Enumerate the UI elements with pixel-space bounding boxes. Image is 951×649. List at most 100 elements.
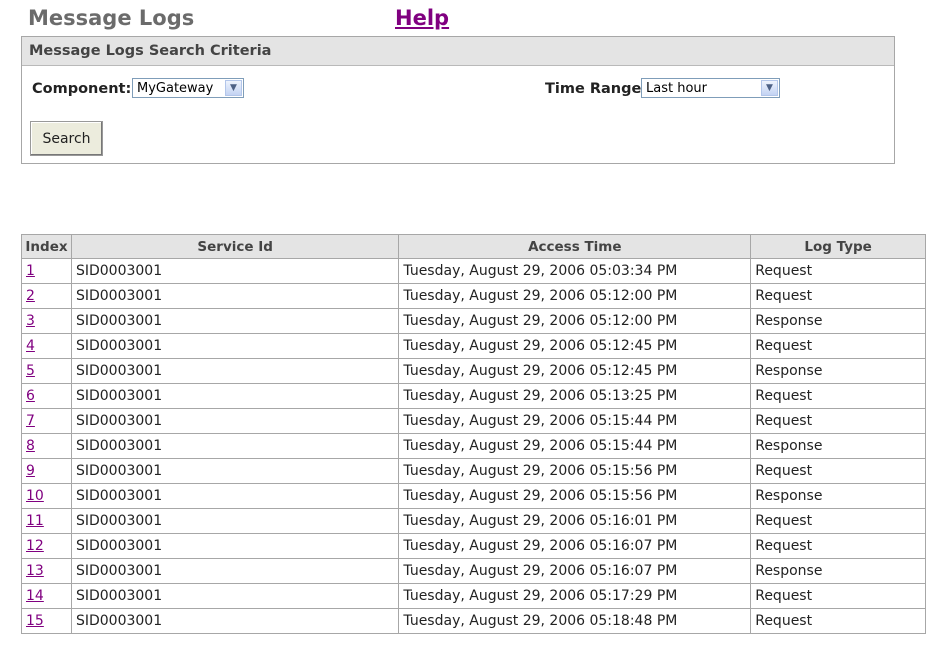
row-index-cell: 10 — [21, 483, 72, 509]
row-index-cell: 3 — [21, 308, 72, 334]
table-row: 13 SID0003001 Tuesday, August 29, 2006 05:… — [21, 558, 926, 584]
row-index-cell: 11 — [21, 508, 72, 534]
row-log-type: Request — [750, 333, 926, 359]
row-log-type: Response — [750, 308, 926, 334]
row-log-type: Request — [750, 258, 926, 284]
row-service-id: SID0003001 — [70, 608, 400, 634]
row-log-type: Request — [750, 508, 926, 534]
table-header-row: Index Service Id Access Time Log Type — [21, 234, 926, 259]
row-service-id: SID0003001 — [70, 383, 400, 409]
row-service-id: SID0003001 — [70, 483, 400, 509]
row-service-id: SID0003001 — [70, 533, 400, 559]
table-row: 11 SID0003001 Tuesday, August 29, 2006 05:… — [21, 508, 926, 534]
row-log-type: Request — [750, 283, 926, 309]
table-row: 5 SID0003001 Tuesday, August 29, 2006 05:1… — [21, 358, 926, 384]
help-link[interactable]: Help — [395, 6, 449, 30]
row-service-id: SID0003001 — [70, 433, 400, 459]
table-row: 9 SID0003001 Tuesday, August 29, 2006 05:1… — [21, 458, 926, 484]
row-log-type: Request — [750, 533, 926, 559]
row-access-time: Tuesday, August 29, 2006 05:13:25 PM — [398, 383, 752, 409]
row-access-time: Tuesday, August 29, 2006 05:18:48 PM — [398, 608, 752, 634]
table-row: 12 SID0003001 Tuesday, August 29, 2006 05:… — [21, 533, 926, 559]
row-service-id: SID0003001 — [70, 308, 400, 334]
row-index-cell: 9 — [21, 458, 72, 484]
row-access-time: Tuesday, August 29, 2006 05:03:34 PM — [398, 258, 752, 284]
row-index-link[interactable]: 13 — [26, 563, 44, 579]
time-range-select-value: Last hour — [646, 81, 707, 96]
row-index-link[interactable]: 9 — [26, 463, 35, 479]
column-header-access-time: Access Time — [398, 234, 752, 259]
row-service-id: SID0003001 — [70, 408, 400, 434]
search-criteria-panel: Message Logs Search Criteria Component: … — [21, 36, 895, 164]
row-service-id: SID0003001 — [70, 358, 400, 384]
row-index-cell: 6 — [21, 383, 72, 409]
row-log-type: Request — [750, 458, 926, 484]
row-access-time: Tuesday, August 29, 2006 05:15:56 PM — [398, 483, 752, 509]
table-row: 7 SID0003001 Tuesday, August 29, 2006 05:1… — [21, 408, 926, 434]
table-row: 2 SID0003001 Tuesday, August 29, 2006 05:1… — [21, 283, 926, 309]
page-title: Message Logs — [28, 6, 195, 30]
chevron-down-icon[interactable]: ▼ — [761, 80, 778, 96]
row-index-link[interactable]: 15 — [26, 613, 44, 629]
table-row: 8 SID0003001 Tuesday, August 29, 2006 05:1… — [21, 433, 926, 459]
row-index-cell: 14 — [21, 583, 72, 609]
component-select[interactable]: MyGateway ▼ — [132, 78, 244, 98]
row-access-time: Tuesday, August 29, 2006 05:16:07 PM — [398, 533, 752, 559]
component-label: Component: — [32, 81, 132, 97]
row-index-cell: 12 — [21, 533, 72, 559]
row-access-time: Tuesday, August 29, 2006 05:15:56 PM — [398, 458, 752, 484]
row-access-time: Tuesday, August 29, 2006 05:17:29 PM — [398, 583, 752, 609]
search-button[interactable]: Search — [30, 121, 103, 156]
row-index-cell: 1 — [21, 258, 72, 284]
row-index-cell: 2 — [21, 283, 72, 309]
row-service-id: SID0003001 — [70, 458, 400, 484]
row-access-time: Tuesday, August 29, 2006 05:16:01 PM — [398, 508, 752, 534]
time-range-label: Time Range: — [545, 81, 648, 97]
row-log-type: Request — [750, 408, 926, 434]
row-access-time: Tuesday, August 29, 2006 05:12:00 PM — [398, 283, 752, 309]
row-index-link[interactable]: 14 — [26, 588, 44, 604]
search-criteria-title: Message Logs Search Criteria — [22, 37, 894, 66]
chevron-down-icon[interactable]: ▼ — [225, 80, 242, 96]
row-service-id: SID0003001 — [70, 583, 400, 609]
table-row: 6 SID0003001 Tuesday, August 29, 2006 05:1… — [21, 383, 926, 409]
row-index-link[interactable]: 8 — [26, 438, 35, 454]
row-index-link[interactable]: 7 — [26, 413, 35, 429]
row-index-link[interactable]: 10 — [26, 488, 44, 504]
row-service-id: SID0003001 — [70, 558, 400, 584]
row-index-cell: 8 — [21, 433, 72, 459]
row-index-cell: 5 — [21, 358, 72, 384]
row-access-time: Tuesday, August 29, 2006 05:12:45 PM — [398, 358, 752, 384]
time-range-select[interactable]: Last hour ▼ — [641, 78, 780, 98]
table-row: 14 SID0003001 Tuesday, August 29, 2006 05:… — [21, 583, 926, 609]
row-service-id: SID0003001 — [70, 333, 400, 359]
row-index-cell: 7 — [21, 408, 72, 434]
row-log-type: Request — [750, 608, 926, 634]
row-access-time: Tuesday, August 29, 2006 05:12:45 PM — [398, 333, 752, 359]
row-log-type: Request — [750, 583, 926, 609]
row-index-link[interactable]: 12 — [26, 538, 44, 554]
row-index-link[interactable]: 1 — [26, 263, 35, 279]
row-index-link[interactable]: 3 — [26, 313, 35, 329]
row-log-type: Response — [750, 483, 926, 509]
row-index-cell: 13 — [21, 558, 72, 584]
table-row: 15 SID0003001 Tuesday, August 29, 2006 05:… — [21, 608, 926, 634]
row-index-cell: 4 — [21, 333, 72, 359]
row-access-time: Tuesday, August 29, 2006 05:15:44 PM — [398, 408, 752, 434]
table-row: 1 SID0003001 Tuesday, August 29, 2006 05:0… — [21, 258, 926, 284]
table-row: 4 SID0003001 Tuesday, August 29, 2006 05:1… — [21, 333, 926, 359]
row-index-link[interactable]: 2 — [26, 288, 35, 304]
table-row: 10 SID0003001 Tuesday, August 29, 2006 05:… — [21, 483, 926, 509]
column-header-log-type: Log Type — [750, 234, 926, 259]
row-index-link[interactable]: 5 — [26, 363, 35, 379]
table-row: 3 SID0003001 Tuesday, August 29, 2006 05:1… — [21, 308, 926, 334]
row-index-link[interactable]: 11 — [26, 513, 44, 529]
row-service-id: SID0003001 — [70, 258, 400, 284]
component-select-value: MyGateway — [137, 81, 214, 96]
row-index-link[interactable]: 6 — [26, 388, 35, 404]
row-index-link[interactable]: 4 — [26, 338, 35, 354]
column-header-service-id: Service Id — [70, 234, 400, 259]
column-header-index: Index — [21, 234, 72, 259]
row-index-cell: 15 — [21, 608, 72, 634]
row-access-time: Tuesday, August 29, 2006 05:15:44 PM — [398, 433, 752, 459]
